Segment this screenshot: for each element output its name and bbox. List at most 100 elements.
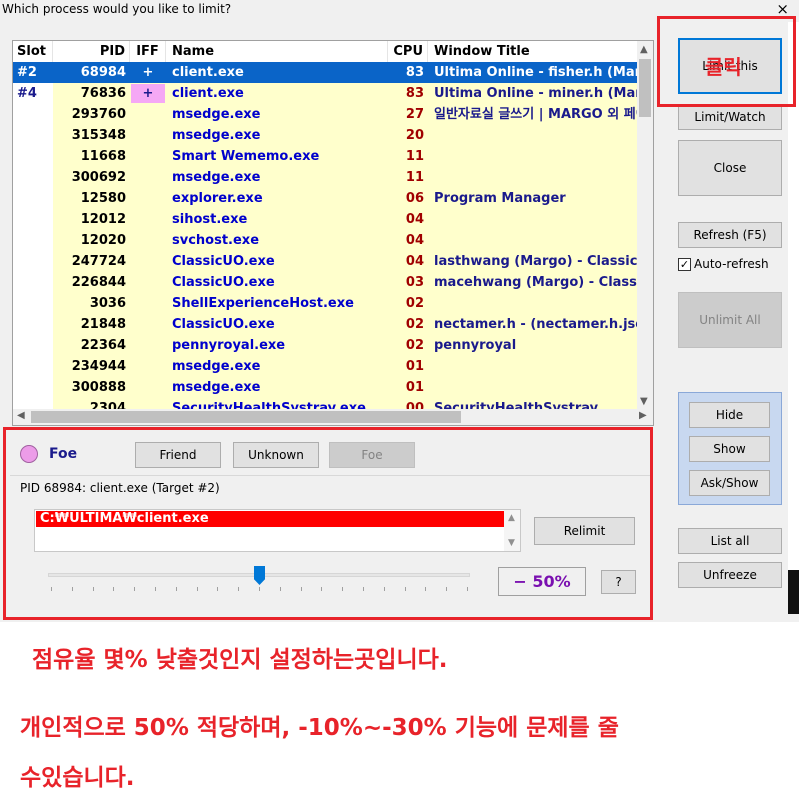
scroll-down-icon[interactable]: ▼ — [640, 396, 648, 407]
cell-cpu: 83 — [388, 62, 428, 83]
auto-refresh-checkbox[interactable]: ✓ — [678, 258, 691, 271]
table-row[interactable]: 234944 msedge.exe 01 — [13, 356, 639, 377]
cell-window-title — [428, 125, 639, 146]
table-row[interactable]: #4 76836 + client.exe 83 Ultima Online - mine… — [13, 83, 639, 104]
process-list[interactable]: Slot PID IFF Name CPU Window Title #2 689… — [12, 40, 654, 426]
scroll-up-icon[interactable]: ▲ — [640, 44, 648, 55]
window-edge — [788, 22, 799, 614]
iff-mark — [131, 378, 165, 397]
cell-window-title — [428, 293, 639, 314]
cell-window-title — [428, 146, 639, 167]
horizontal-scroll-thumb[interactable] — [31, 411, 461, 423]
cell-slot — [13, 104, 53, 125]
cell-pid: 11668 — [53, 146, 130, 167]
table-row[interactable]: 300888 msedge.exe 01 — [13, 377, 639, 398]
column-header-iff[interactable]: IFF — [130, 41, 166, 62]
unlimit-all-button[interactable]: Unlimit All — [678, 292, 782, 348]
cell-window-title: 일반자료실 글쓰기 | MARGO 외 페이 — [428, 104, 639, 125]
cell-slot — [13, 125, 53, 146]
cell-window-title — [428, 377, 639, 398]
cell-iff — [130, 146, 166, 167]
table-row[interactable]: 293760 msedge.exe 27 일반자료실 글쓰기 | MARGO 외 페이 — [13, 104, 639, 125]
scroll-left-icon[interactable]: ◀ — [17, 410, 25, 421]
table-row[interactable]: 247724 ClassicUO.exe 04 lasthwang (Margo) -… — [13, 251, 639, 272]
cell-window-title: Program Manager — [428, 188, 639, 209]
iff-mark — [131, 336, 165, 355]
table-row[interactable]: 12020 svchost.exe 04 — [13, 230, 639, 251]
cell-name: ClassicUO.exe — [166, 314, 388, 335]
column-header-slot[interactable]: Slot — [13, 41, 53, 62]
hide-button[interactable]: Hide — [689, 402, 770, 428]
table-row[interactable]: 11668 Smart Wememo.exe 11 — [13, 146, 639, 167]
cell-window-title — [428, 356, 639, 377]
cell-name: client.exe — [166, 62, 388, 83]
iff-mark — [131, 273, 165, 292]
cell-pid: 315348 — [53, 125, 130, 146]
close-button[interactable]: Close — [678, 140, 782, 196]
table-row[interactable]: 12580 explorer.exe 06 Program Manager — [13, 188, 639, 209]
click-annotation-label: 클릭 — [705, 55, 742, 79]
cell-window-title: pennyroyal — [428, 335, 639, 356]
iff-mark: + — [131, 84, 165, 103]
scroll-right-icon[interactable]: ▶ — [639, 410, 647, 421]
cell-cpu: 83 — [388, 83, 428, 104]
cell-iff — [130, 272, 166, 293]
cell-name: ClassicUO.exe — [166, 272, 388, 293]
cell-slot: #4 — [13, 83, 53, 104]
process-list-header: Slot PID IFF Name CPU Window Title — [13, 41, 639, 62]
cell-slot — [13, 272, 53, 293]
table-row[interactable]: 300692 msedge.exe 11 — [13, 167, 639, 188]
table-row[interactable]: 22364 pennyroyal.exe 02 pennyroyal — [13, 335, 639, 356]
cell-pid: 300692 — [53, 167, 130, 188]
table-row[interactable]: 12012 sihost.exe 04 — [13, 209, 639, 230]
refresh-button[interactable]: Refresh (F5) — [678, 222, 782, 248]
cell-slot — [13, 146, 53, 167]
show-button[interactable]: Show — [689, 436, 770, 462]
iff-mark — [131, 105, 165, 124]
process-list-horizontal-scrollbar[interactable]: ◀ ▶ — [13, 409, 653, 425]
cell-cpu: 04 — [388, 209, 428, 230]
cell-cpu: 27 — [388, 104, 428, 125]
cell-window-title: lasthwang (Margo) - ClassicUO — [428, 251, 639, 272]
column-header-window-title[interactable]: Window Title — [428, 41, 639, 62]
cell-window-title — [428, 167, 639, 188]
iff-mark — [131, 210, 165, 229]
cell-cpu: 02 — [388, 293, 428, 314]
ask-show-button[interactable]: Ask/Show — [689, 470, 770, 496]
cell-cpu: 02 — [388, 314, 428, 335]
cell-slot — [13, 230, 53, 251]
cell-name: svchost.exe — [166, 230, 388, 251]
cell-pid: 12580 — [53, 188, 130, 209]
cell-cpu: 04 — [388, 251, 428, 272]
column-header-pid[interactable]: PID — [53, 41, 130, 62]
cell-window-title — [428, 230, 639, 251]
cell-window-title: Ultima Online - fisher.h (Margo) — [428, 62, 639, 83]
cell-slot — [13, 209, 53, 230]
cell-cpu: 01 — [388, 356, 428, 377]
column-header-name[interactable]: Name — [166, 41, 388, 62]
table-row[interactable]: 3036 ShellExperienceHost.exe 02 — [13, 293, 639, 314]
cell-cpu: 03 — [388, 272, 428, 293]
cell-iff — [130, 230, 166, 251]
table-row[interactable]: 226844 ClassicUO.exe 03 macehwang (Margo) -… — [13, 272, 639, 293]
cell-name: ClassicUO.exe — [166, 251, 388, 272]
cell-iff — [130, 293, 166, 314]
cell-slot: #2 — [13, 62, 53, 83]
limit-watch-button[interactable]: Limit/Watch — [678, 104, 782, 130]
table-row[interactable]: 315348 msedge.exe 20 — [13, 125, 639, 146]
table-row[interactable]: #2 68984 + client.exe 83 Ultima Online - fish… — [13, 62, 639, 83]
process-list-vertical-scrollbar[interactable]: ▲ ▼ — [637, 41, 653, 411]
unfreeze-button[interactable]: Unfreeze — [678, 562, 782, 588]
cell-iff — [130, 125, 166, 146]
list-all-button[interactable]: List all — [678, 528, 782, 554]
table-row[interactable]: 21848 ClassicUO.exe 02 nectamer.h - (nectam… — [13, 314, 639, 335]
vertical-scroll-thumb[interactable] — [639, 59, 651, 117]
cell-iff — [130, 104, 166, 125]
cell-slot — [13, 167, 53, 188]
column-header-cpu[interactable]: CPU — [388, 41, 428, 62]
cell-name: msedge.exe — [166, 104, 388, 125]
cell-pid: 12020 — [53, 230, 130, 251]
cell-name: explorer.exe — [166, 188, 388, 209]
cell-name: Smart Wememo.exe — [166, 146, 388, 167]
cell-pid: 293760 — [53, 104, 130, 125]
